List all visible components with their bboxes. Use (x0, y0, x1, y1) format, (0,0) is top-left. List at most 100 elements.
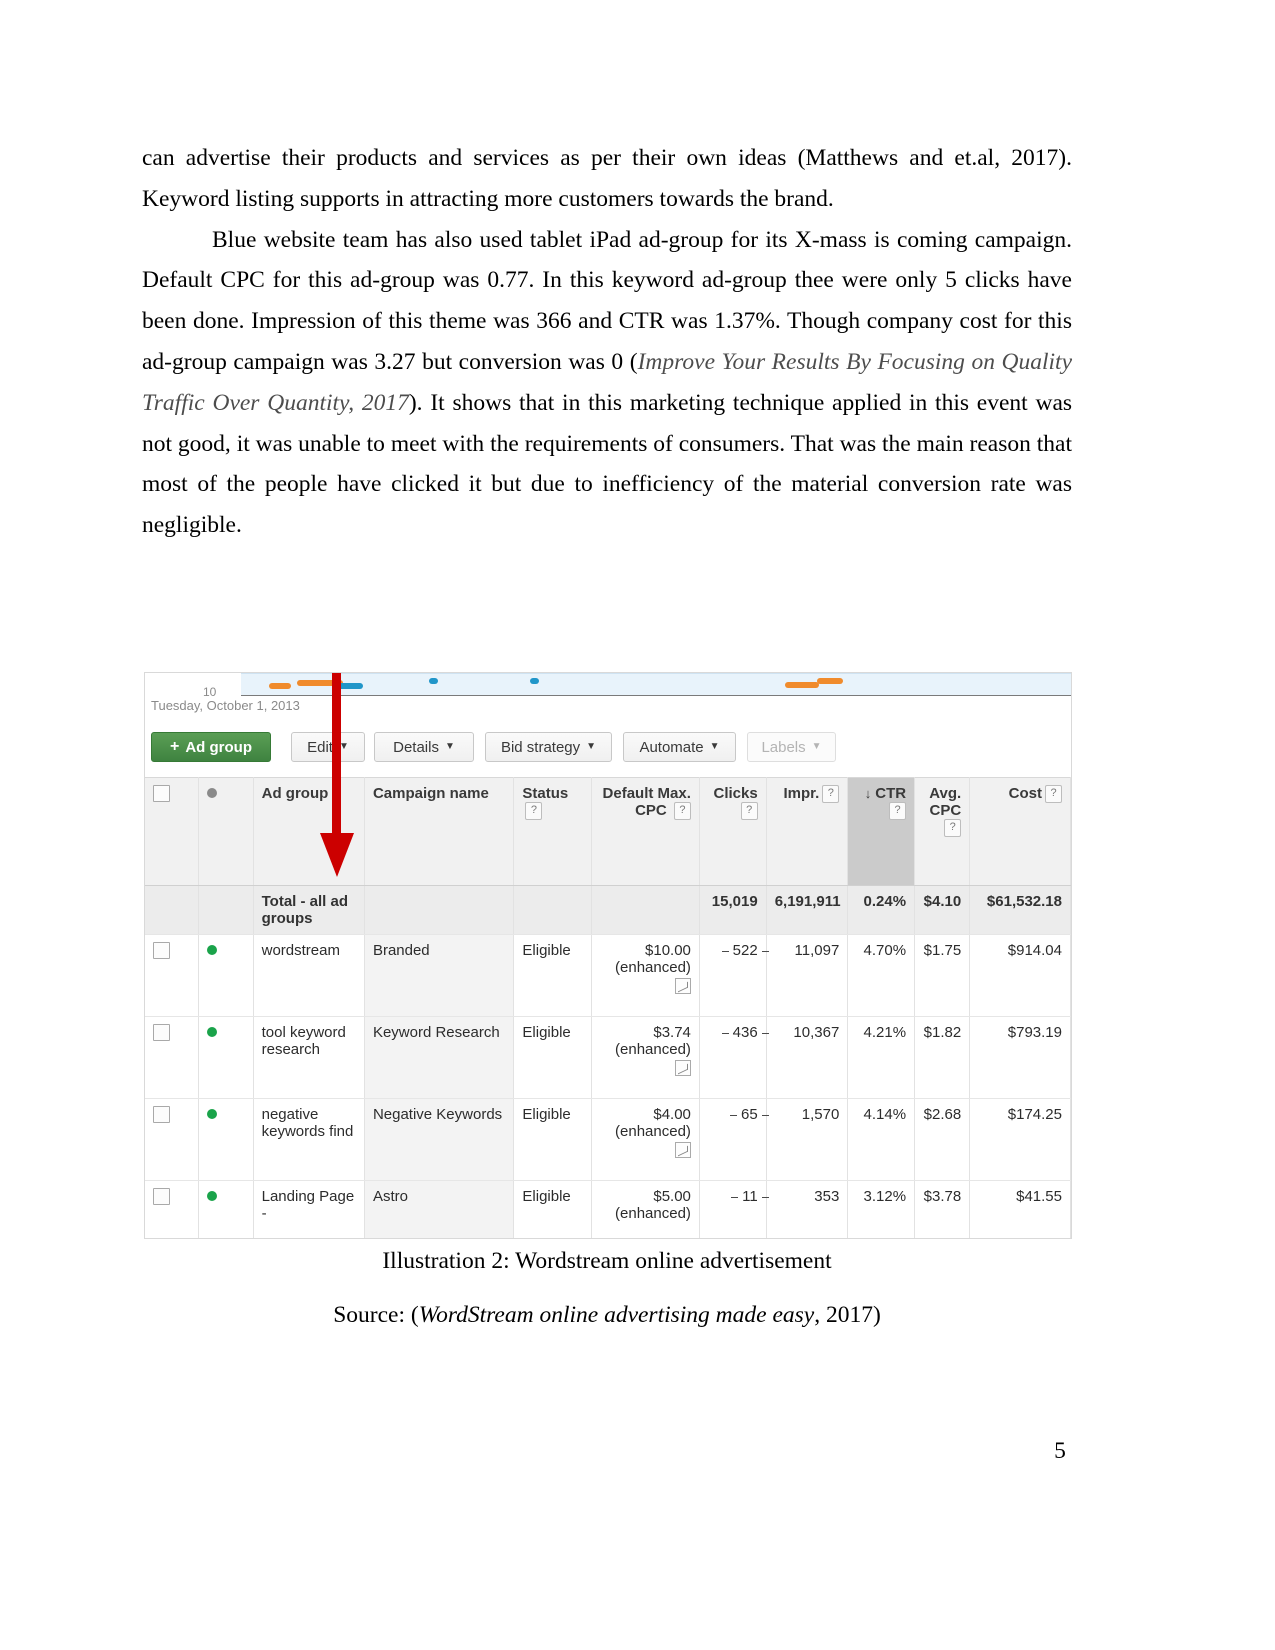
row-clicks-value: 11 (742, 1188, 758, 1205)
row-avg-cpc-cell: $1.75 (914, 934, 971, 1017)
document-page: can advertise their products and service… (0, 0, 1275, 1650)
enhanced-cpc-icon (674, 1060, 691, 1076)
row-select-cell[interactable] (145, 934, 199, 1017)
add-ad-group-button[interactable]: + Ad group (151, 732, 271, 762)
total-campaign-cell (364, 885, 515, 935)
total-select-cell (145, 885, 199, 935)
row-select-cell[interactable] (145, 1180, 199, 1238)
labels-button[interactable]: Labels ▼ (747, 732, 836, 762)
enhanced-cpc-icon (674, 1142, 691, 1158)
help-icon[interactable]: ? (1045, 785, 1062, 803)
col-ctr[interactable]: ↓ CTR ? (847, 777, 916, 886)
col-avg-cpc-label: Avg. CPC (929, 785, 962, 819)
automate-button[interactable]: Automate ▼ (623, 732, 736, 762)
row-checkbox[interactable] (153, 942, 170, 959)
plus-icon: + (170, 738, 180, 755)
row-ctr-cell: 4.21% (847, 1016, 916, 1099)
chart-plot-band (241, 673, 1071, 696)
row-clicks-value: 65 (741, 1106, 758, 1123)
edit-button[interactable]: Edit ▼ (291, 732, 365, 762)
total-impr-cell: 6,191,911 (766, 885, 849, 935)
row-max-cpc-cell[interactable]: $3.74 (enhanced) (591, 1016, 700, 1099)
col-avg-cpc[interactable]: Avg. CPC ? (914, 777, 971, 886)
paragraph-1-text: can advertise their products and service… (142, 145, 1072, 212)
row-impr-cell: 1,570 (766, 1098, 849, 1181)
paragraph-2: Blue website team has also used tablet i… (142, 220, 1072, 546)
col-status[interactable]: Status ? (513, 777, 592, 886)
select-all-checkbox[interactable] (153, 785, 170, 802)
table-row[interactable]: tool keyword research Keyword Research E… (145, 1016, 1071, 1099)
help-icon[interactable]: ? (944, 819, 962, 837)
chart-x-axis (241, 695, 1071, 696)
row-checkbox[interactable] (153, 1106, 170, 1123)
total-clicks-cell: 15,019 (699, 885, 767, 935)
help-icon[interactable]: ? (525, 802, 543, 820)
source-suffix: , 2017) (814, 1302, 881, 1328)
body-text: can advertise their products and service… (142, 138, 1072, 546)
row-ad-group-cell[interactable]: wordstream (253, 934, 365, 1017)
row-select-cell[interactable] (145, 1016, 199, 1099)
row-campaign-cell[interactable]: Keyword Research (364, 1016, 515, 1099)
col-impr-label: Impr. (783, 785, 820, 802)
chart-series-blue-b (429, 678, 438, 684)
table-row[interactable]: Landing Page - Astro Eligible $5.00 (enh… (145, 1180, 1071, 1238)
chart-date-label: Tuesday, October 1, 2013 (151, 698, 300, 713)
row-campaign-cell[interactable]: Astro (364, 1180, 515, 1238)
col-cost[interactable]: Cost? (969, 777, 1071, 886)
row-max-cpc-cell[interactable]: $10.00 (enhanced) (591, 934, 700, 1017)
add-ad-group-label: Ad group (185, 738, 252, 756)
bid-strategy-label: Bid strategy (500, 738, 581, 756)
chevron-down-icon: ▼ (709, 741, 720, 752)
table-row[interactable]: negative keywords find Negative Keywords… (145, 1098, 1071, 1181)
figure-caption: Illustration 2: Wordstream online advert… (382, 1248, 832, 1274)
row-campaign-cell[interactable]: Negative Keywords (364, 1098, 515, 1181)
row-max-cpc-cell[interactable]: $4.00 (enhanced) (591, 1098, 700, 1181)
row-status-dot-cell (198, 1016, 254, 1099)
help-icon[interactable]: ? (740, 802, 758, 820)
col-status-dot (198, 777, 254, 886)
help-icon[interactable]: ? (889, 802, 907, 820)
row-ad-group-cell[interactable]: Landing Page - (253, 1180, 365, 1238)
row-cost-cell: $914.04 (969, 934, 1071, 1017)
source-prefix: Source: ( (333, 1302, 419, 1328)
row-cost-cell: $174.25 (969, 1098, 1071, 1181)
details-button[interactable]: Details ▼ (374, 732, 474, 762)
col-campaign-name-label: Campaign name (372, 785, 489, 802)
row-select-cell[interactable] (145, 1098, 199, 1181)
col-impr[interactable]: Impr.? (766, 777, 849, 886)
row-campaign-cell[interactable]: Branded (364, 934, 515, 1017)
row-checkbox[interactable] (153, 1188, 170, 1205)
row-ad-group-cell[interactable]: tool keyword research (253, 1016, 365, 1099)
row-avg-cpc-cell: $3.78 (914, 1180, 971, 1238)
chart-series-orange-c (785, 682, 819, 688)
col-ad-group[interactable]: Ad group (253, 777, 365, 886)
row-max-cpc-note: (enhanced) (615, 1123, 691, 1140)
row-max-cpc-cell[interactable]: $5.00 (enhanced) (591, 1180, 700, 1238)
col-default-max-cpc[interactable]: Default Max. CPC ? (591, 777, 700, 886)
row-status-cell: Eligible (513, 934, 592, 1017)
help-icon[interactable]: ? (822, 785, 840, 803)
source-title: WordStream online advertising made easy (418, 1302, 815, 1328)
wordstream-screenshot-figure: 10 Tuesday, October 1, 2013 + Ad group E… (144, 672, 1072, 1239)
table-row[interactable]: wordstream Branded Eligible $10.00 (enha… (145, 934, 1071, 1017)
row-status-dot-cell (198, 934, 254, 1017)
row-checkbox[interactable] (153, 1024, 170, 1041)
col-clicks[interactable]: Clicks ? (699, 777, 767, 886)
row-max-cpc-value: $3.74 (653, 1024, 691, 1041)
total-ctr-cell: 0.24% (847, 885, 916, 935)
performance-chart-strip: 10 Tuesday, October 1, 2013 (145, 673, 1071, 715)
ad-group-toolbar: + Ad group Edit ▼ Details ▼ Bid strategy… (145, 727, 1071, 771)
row-clicks-cell: 436 (699, 1016, 767, 1099)
row-max-cpc-note: (enhanced) (615, 1041, 691, 1058)
page-number: 5 (1054, 1438, 1066, 1464)
help-icon[interactable]: ? (673, 802, 691, 820)
col-campaign-name[interactable]: Campaign name (364, 777, 515, 886)
row-ad-group-cell[interactable]: negative keywords find (253, 1098, 365, 1181)
row-status-cell: Eligible (513, 1180, 592, 1238)
chart-series-blue-c (530, 678, 539, 684)
row-status-dot-cell (198, 1180, 254, 1238)
bid-strategy-button[interactable]: Bid strategy ▼ (485, 732, 612, 762)
col-status-label: Status (522, 785, 569, 802)
row-status-cell: Eligible (513, 1098, 592, 1181)
col-select-all[interactable] (145, 777, 199, 886)
